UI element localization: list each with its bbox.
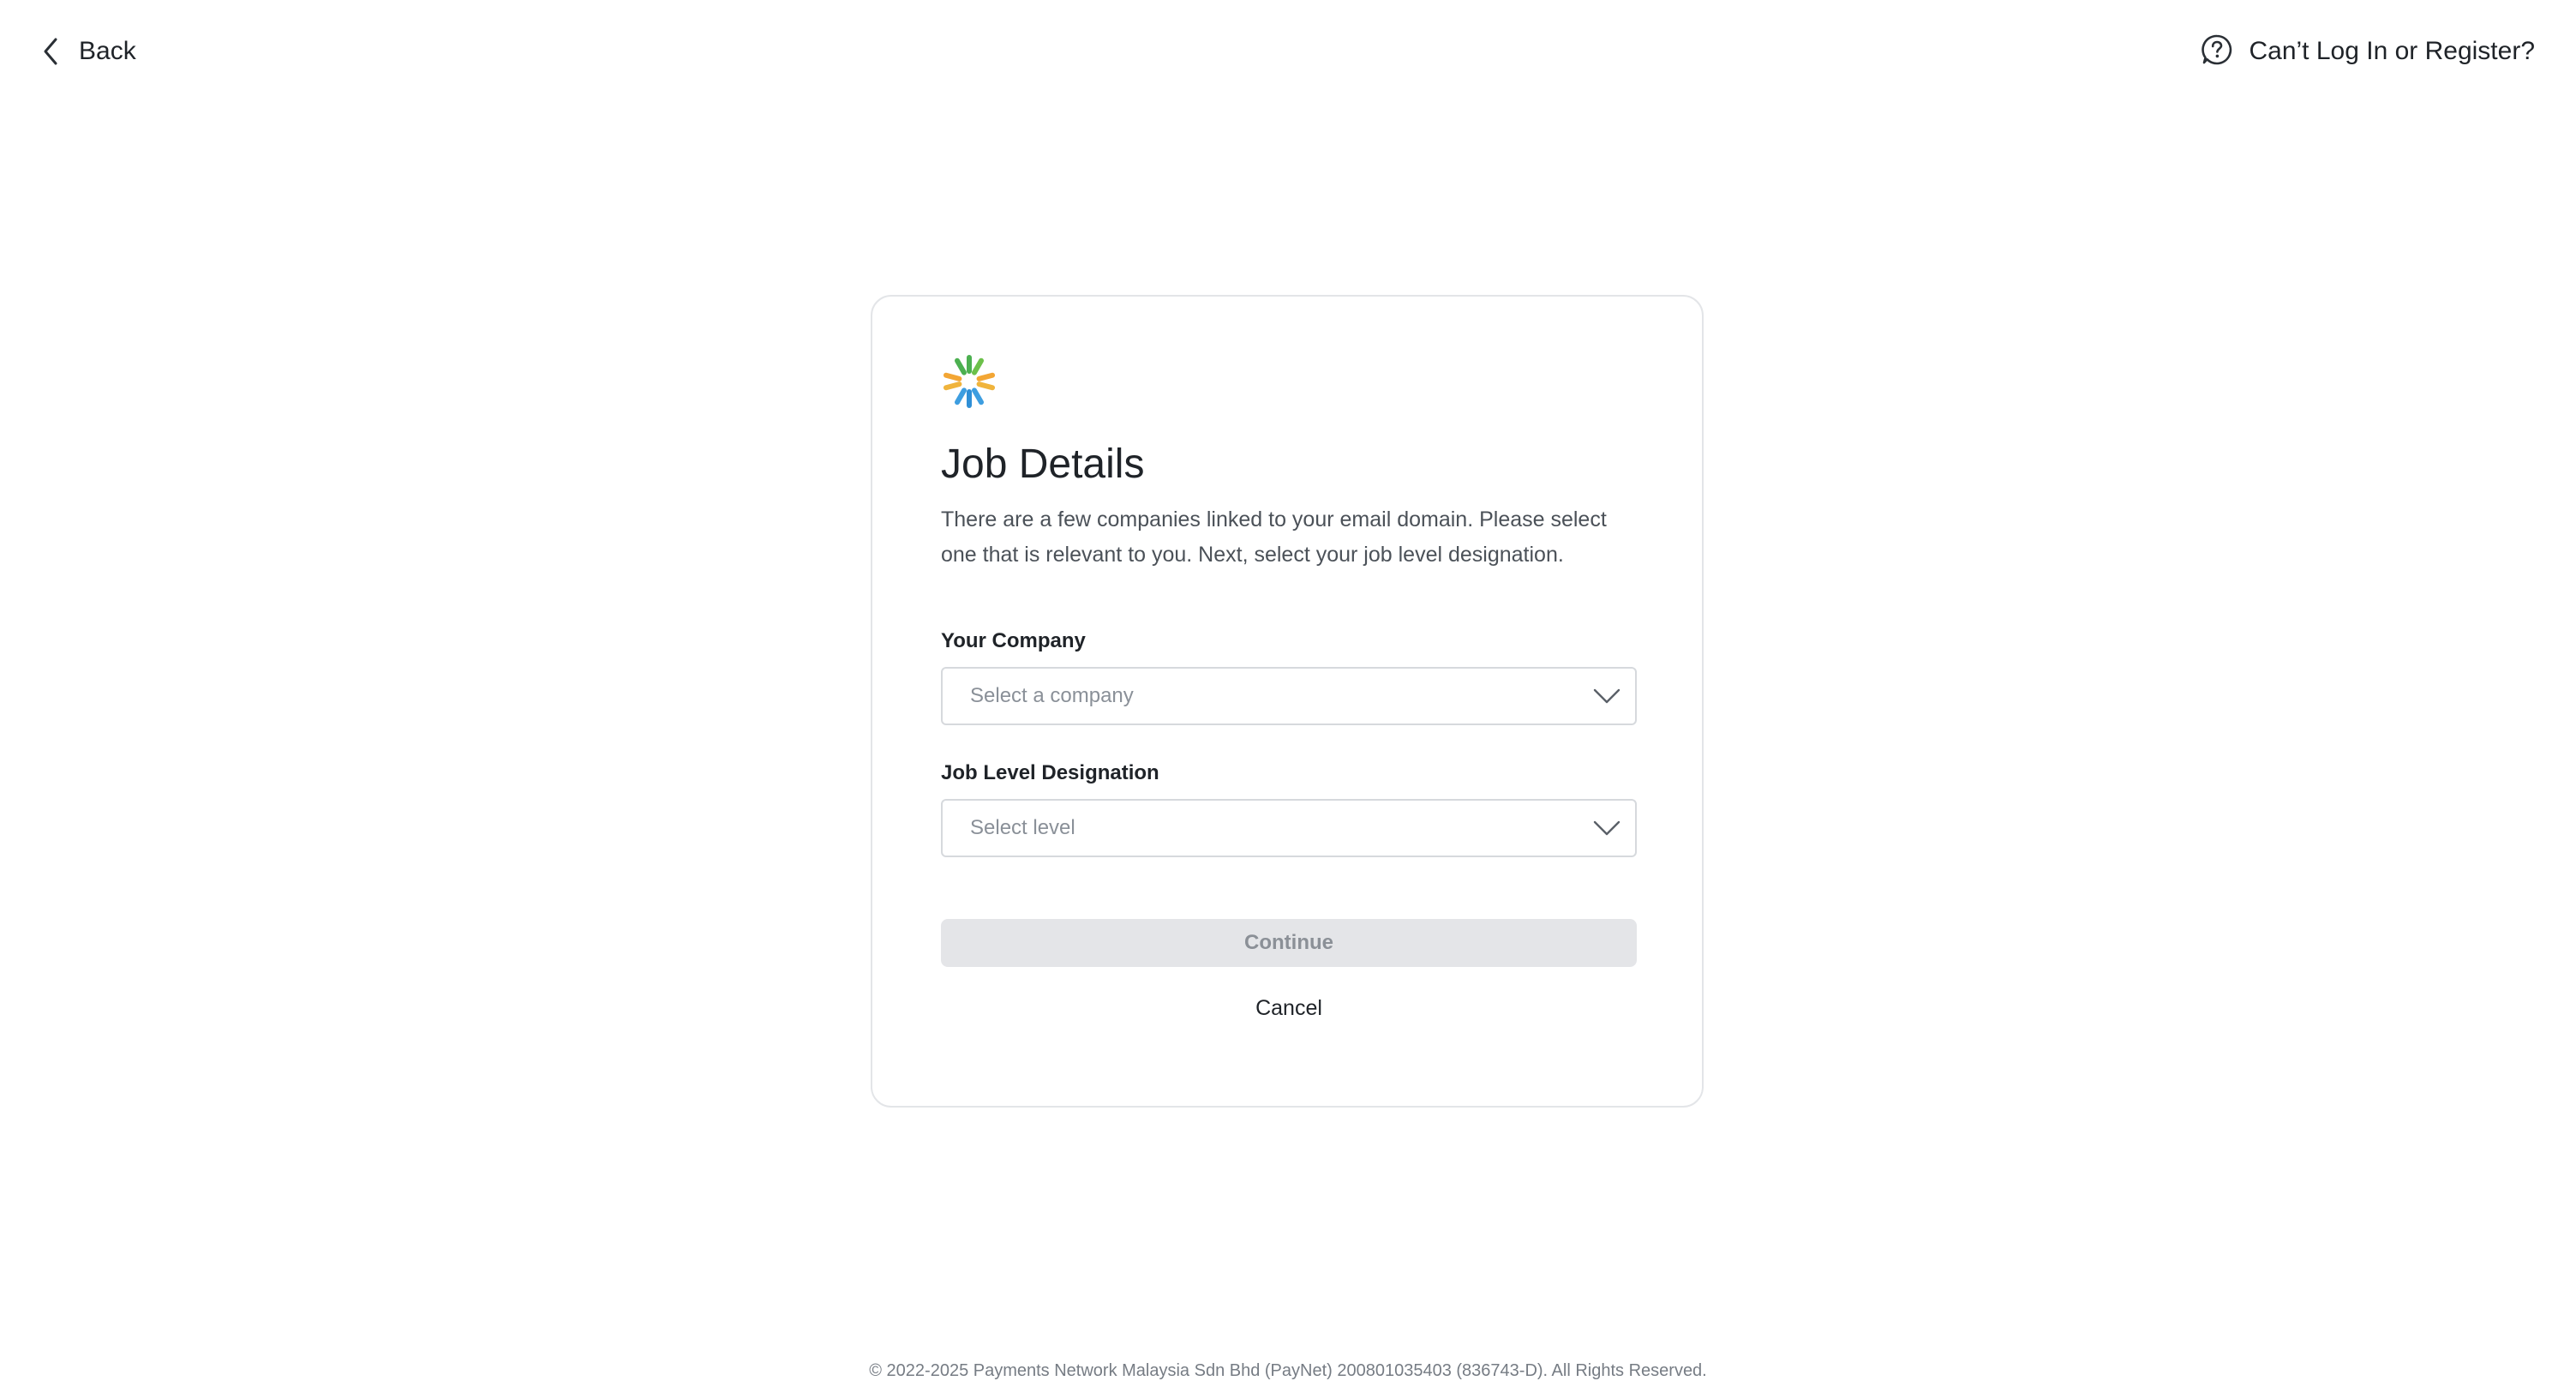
- chevron-left-icon: [41, 37, 60, 66]
- chevron-down-icon: [1592, 820, 1621, 837]
- continue-button[interactable]: Continue: [941, 919, 1637, 967]
- page-title: Job Details: [941, 441, 1145, 487]
- question-bubble-icon: [2201, 33, 2233, 70]
- job-details-card: Job Details There are a few companies li…: [871, 295, 1704, 1108]
- back-label: Back: [79, 37, 136, 65]
- company-field-group: Your Company Select a company: [941, 627, 1637, 725]
- help-label: Can’t Log In or Register?: [2249, 37, 2535, 65]
- paynet-logo-icon: [941, 353, 1637, 410]
- copyright-footer: © 2022-2025 Payments Network Malaysia Sd…: [869, 1361, 1707, 1380]
- cant-login-help-link[interactable]: Can’t Log In or Register?: [2201, 31, 2535, 72]
- level-field-group: Job Level Designation Select level: [941, 760, 1637, 857]
- level-select[interactable]: Select level: [941, 799, 1637, 857]
- back-button[interactable]: Back: [41, 31, 136, 72]
- company-select[interactable]: Select a company: [941, 667, 1637, 725]
- cancel-button[interactable]: Cancel: [941, 989, 1637, 1027]
- company-field-label: Your Company: [941, 629, 1086, 652]
- page-description: There are a few companies linked to your…: [941, 507, 1607, 567]
- card-content: Job Details There are a few companies li…: [941, 353, 1637, 1027]
- level-select-placeholder: Select level: [970, 816, 1075, 839]
- page: Back Can’t Log In or Register? Job Detai…: [0, 0, 2576, 1387]
- chevron-down-icon: [1592, 687, 1621, 705]
- level-field-label: Job Level Designation: [941, 761, 1159, 784]
- company-select-placeholder: Select a company: [970, 684, 1134, 707]
